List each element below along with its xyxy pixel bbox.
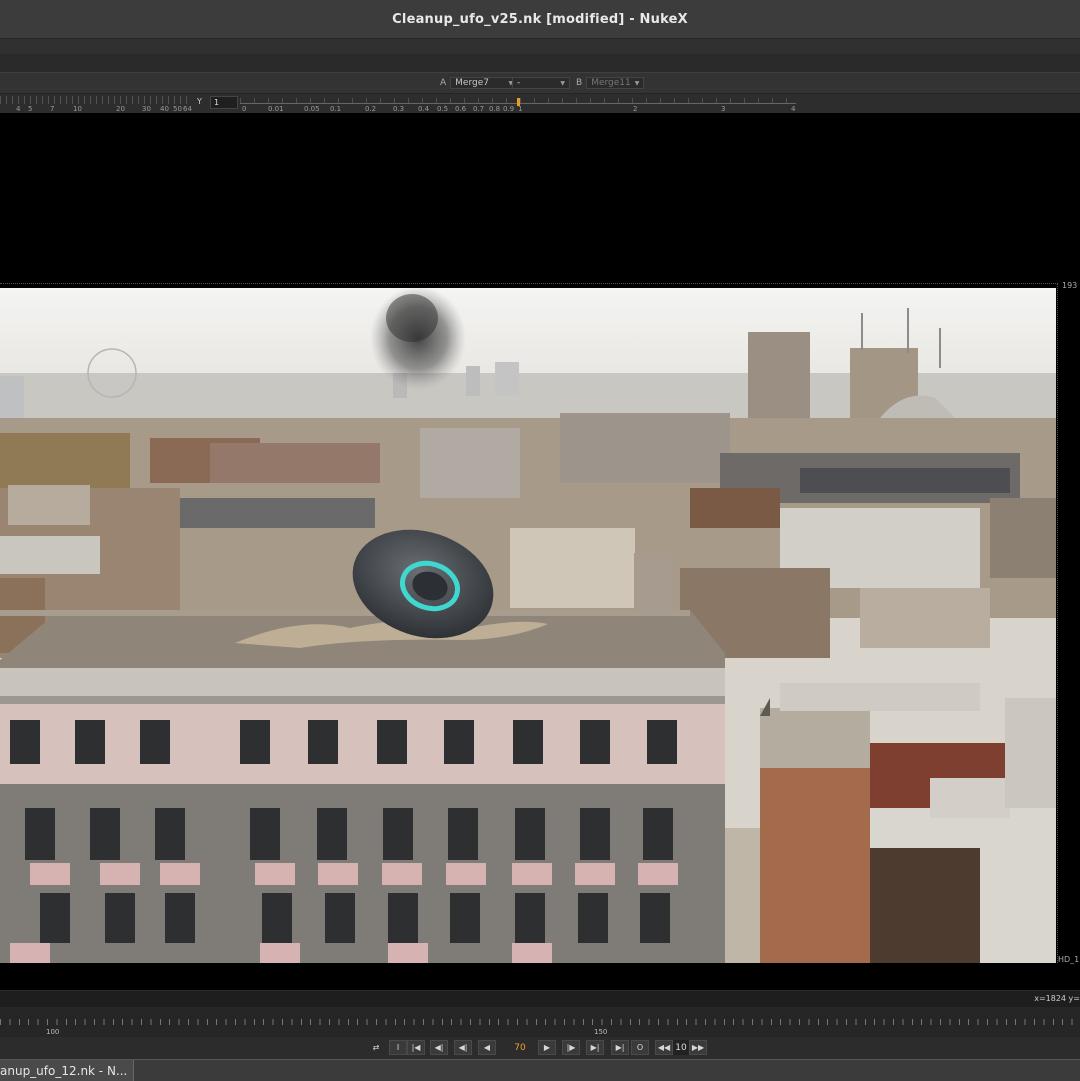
viewer-image-plate — [0, 288, 1056, 963]
compare-op-value: - — [517, 78, 521, 88]
input-a-value: Merge7 — [455, 78, 489, 88]
previous-frame-button[interactable]: ◀| — [454, 1040, 472, 1055]
viewer-toolbar-strip — [0, 54, 1080, 72]
gain-tick: 20 — [116, 105, 125, 113]
gamma-tick: 0.3 — [393, 105, 405, 113]
gamma-tick: 4 — [791, 105, 796, 113]
gain-tick: 7 — [50, 105, 55, 113]
gamma-label: Y — [197, 97, 202, 106]
gamma-input[interactable]: 1 — [210, 96, 238, 109]
gamma-tick: 0.5 — [437, 105, 449, 113]
gain-tick: 64 — [183, 105, 192, 113]
os-taskbar: anup_ufo_12.nk - N... — [0, 1059, 1080, 1081]
gamma-tick: 0.01 — [268, 105, 284, 113]
input-b-group: B Merge11 ▼ — [576, 76, 645, 90]
playback-controls: ⇄ I |◀ ◀| ◀| ◀ 70 ▶ |▶ ▶| ▶| O ◀◀ 10 ▶▶ — [0, 1037, 1080, 1059]
playback-mode-icon[interactable]: ⇄ — [367, 1040, 385, 1055]
next-keyframe-button[interactable]: ▶| — [586, 1040, 604, 1055]
viewer-input-bar: A Merge7 ▼ - ▼ B Merge11 ▼ — [0, 72, 1080, 94]
viewer-info-bar: x=1824 y= — [0, 990, 1080, 1008]
first-frame-button[interactable]: |◀ — [407, 1040, 425, 1055]
city-rooftop-render — [0, 288, 1056, 963]
timeline-ticks — [0, 1019, 1080, 1025]
taskbar-window-item[interactable]: anup_ufo_12.nk - N... — [0, 1060, 135, 1081]
format-top-right-label: 193 — [1062, 281, 1078, 290]
gamma-tick: 0.1 — [330, 105, 342, 113]
input-a-label: A — [440, 78, 447, 88]
gamma-tick: 0.4 — [418, 105, 430, 113]
input-b-label: B — [576, 78, 583, 88]
current-frame-field[interactable]: 70 — [506, 1040, 534, 1055]
input-b-value: Merge11 — [591, 78, 631, 88]
gamma-tick: 0 — [242, 105, 247, 113]
last-frame-button[interactable]: ▶| — [611, 1040, 629, 1055]
window-titlebar: Cleanup_ufo_v25.nk [modified] - NukeX — [0, 0, 1080, 38]
play-backward-button[interactable]: ◀ — [478, 1040, 496, 1055]
gain-tick: 50 — [173, 105, 182, 113]
skip-backward-increment-button[interactable]: ◀◀ — [655, 1040, 673, 1055]
gamma-tick: 0.7 — [473, 105, 485, 113]
play-forward-button[interactable]: ▶ — [538, 1040, 556, 1055]
menu-bar — [0, 38, 1080, 55]
chevron-down-icon: ▼ — [560, 79, 565, 87]
input-b-dropdown[interactable]: Merge11 ▼ — [586, 77, 645, 89]
gamma-tick: 0.05 — [304, 105, 320, 113]
timeline-scrubber[interactable]: 100 150 — [0, 1007, 1080, 1037]
previous-keyframe-button[interactable]: ◀| — [430, 1040, 448, 1055]
window-title: Cleanup_ufo_v25.nk [modified] - NukeX — [392, 11, 688, 27]
timeline-mark: 100 — [46, 1028, 60, 1036]
compare-op-group: - ▼ — [512, 76, 570, 90]
input-a-dropdown[interactable]: Merge7 ▼ — [450, 77, 519, 89]
gain-gamma-bar: 4 5 7 10 20 30 40 50 64 Y 1 0 0.01 0.05 … — [0, 93, 1080, 114]
gain-tick: 30 — [142, 105, 151, 113]
gamma-tick: 0.9 — [503, 105, 515, 113]
format-name-label: HD_1 — [1058, 955, 1080, 964]
gain-tick: 4 — [16, 105, 21, 113]
input-a-group: A Merge7 ▼ — [440, 76, 519, 90]
chevron-down-icon: ▼ — [634, 79, 640, 87]
pixel-coordinate-readout: x=1824 y= — [1034, 994, 1080, 1003]
gamma-tick: 0.8 — [489, 105, 501, 113]
gamma-tick: 0.2 — [365, 105, 377, 113]
set-out-point-button[interactable]: O — [631, 1040, 649, 1055]
viewer-panel[interactable]: 193 HD_1 — [0, 113, 1080, 990]
gamma-tick: 3 — [721, 105, 726, 113]
gain-tick: 5 — [28, 105, 33, 113]
gamma-tick: 2 — [633, 105, 638, 113]
timeline-mark: 150 — [594, 1028, 608, 1036]
next-frame-button[interactable]: |▶ — [562, 1040, 580, 1055]
gain-tick: 10 — [73, 105, 82, 113]
skip-forward-increment-button[interactable]: ▶▶ — [689, 1040, 707, 1055]
gain-slider[interactable] — [0, 96, 190, 104]
frame-increment-field[interactable]: 10 — [673, 1040, 689, 1055]
gamma-tick: 0.6 — [455, 105, 467, 113]
gain-tick: 40 — [160, 105, 169, 113]
gamma-tick: 1 — [518, 105, 523, 113]
set-in-point-button[interactable]: I — [389, 1040, 407, 1055]
compare-op-dropdown[interactable]: - ▼ — [512, 77, 570, 89]
